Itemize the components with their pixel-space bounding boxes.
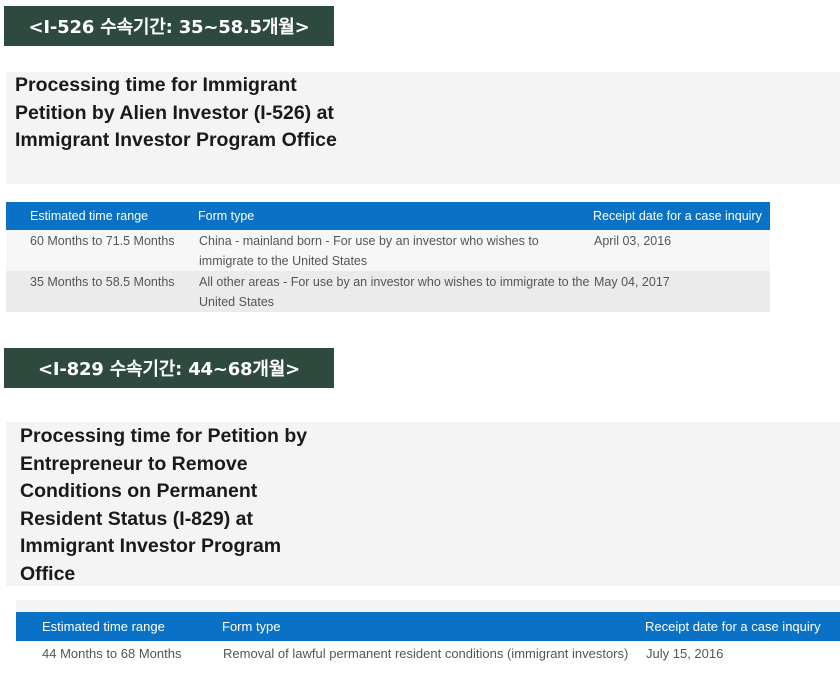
i829-banner: <I-829 수속기간: 44~68개월> (4, 348, 334, 388)
table-row: 44 Months to 68 Months Removal of lawful… (16, 641, 840, 685)
header-estimated-time-range: Estimated time range (6, 202, 198, 230)
i526-table-container: Estimated time range Form type Receipt d… (6, 202, 770, 312)
i829-table-container: Estimated time range Form type Receipt d… (16, 600, 840, 685)
cell-receipt-date: July 15, 2016 (645, 641, 840, 685)
header-receipt-date: Receipt date for a case inquiry (593, 202, 770, 230)
i526-banner-text: <I-526 수속기간: 35~58.5개월> (28, 17, 310, 38)
i526-title-panel: Processing time for Immigrant Petition b… (6, 72, 840, 184)
cell-form-type: All other areas - For use by an investor… (198, 271, 593, 312)
i829-title-panel: Processing time for Petition by Entrepre… (6, 422, 840, 586)
table-header-row: Estimated time range Form type Receipt d… (16, 612, 840, 641)
i526-title: Processing time for Immigrant Petition b… (15, 74, 337, 151)
cell-time-range: 44 Months to 68 Months (16, 641, 222, 685)
cell-receipt-date: May 04, 2017 (593, 271, 770, 312)
header-form-type: Form type (222, 612, 645, 641)
i526-processing-table: Estimated time range Form type Receipt d… (6, 202, 770, 312)
cell-time-range: 60 Months to 71.5 Months (6, 230, 198, 271)
i526-banner: <I-526 수속기간: 35~58.5개월> (4, 6, 334, 46)
cell-form-type: China - mainland born - For use by an in… (198, 230, 593, 271)
cell-time-range: 35 Months to 58.5 Months (6, 271, 198, 312)
cell-receipt-date: April 03, 2016 (593, 230, 770, 271)
i829-title: Processing time for Petition by Entrepre… (20, 425, 308, 585)
i829-processing-table: Estimated time range Form type Receipt d… (16, 612, 840, 685)
header-form-type: Form type (198, 202, 593, 230)
i829-banner-text: <I-829 수속기간: 44~68개월> (38, 359, 300, 380)
header-receipt-date: Receipt date for a case inquiry (645, 612, 840, 641)
table-row: 35 Months to 58.5 Months All other areas… (6, 271, 770, 312)
table-row: 60 Months to 71.5 Months China - mainlan… (6, 230, 770, 271)
header-estimated-time-range: Estimated time range (16, 612, 222, 641)
table-header-row: Estimated time range Form type Receipt d… (6, 202, 770, 230)
cell-form-type: Removal of lawful permanent resident con… (222, 641, 645, 685)
